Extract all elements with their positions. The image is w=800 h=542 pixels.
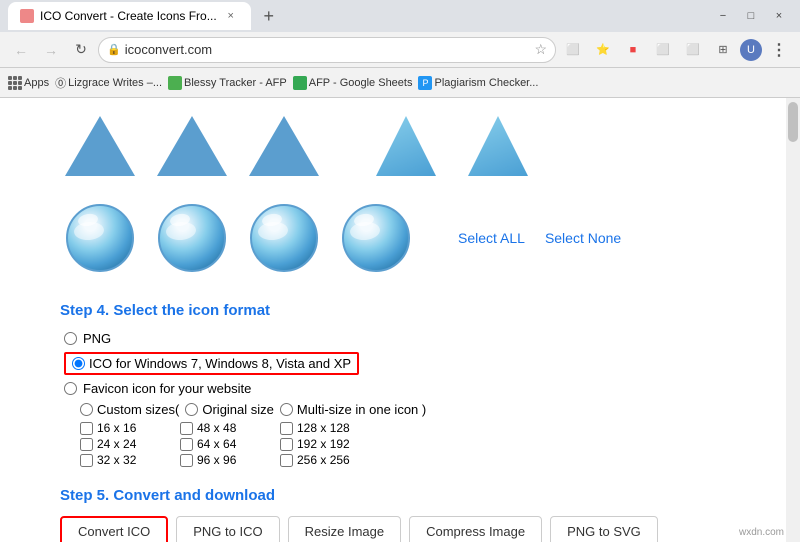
page-content: Select ALL Select None Step 4. Select th… [0,98,800,542]
original-size-label: Original size [202,402,274,417]
circle-icon-1 [66,204,134,272]
extension-icon-5[interactable]: ⬜ [680,37,706,63]
step5-section: Step 5. Convert and download Convert ICO… [60,487,720,542]
minimize-button[interactable]: − [710,7,736,25]
custom-size-option[interactable]: Custom sizes( [80,402,179,417]
custom-size-label: Custom sizes( [97,402,179,417]
resize-image-button[interactable]: Resize Image [288,516,401,542]
forward-button[interactable]: → [38,37,64,63]
more-options-button[interactable]: ⋮ [766,37,792,63]
address-bar[interactable]: 🔒 icoconvert.com ☆ [98,37,556,63]
icon-preview-5[interactable] [458,106,538,186]
format-favicon-option[interactable]: Favicon icon for your website [64,381,720,396]
icon-row-circles: Select ALL Select None [60,194,720,282]
icon-row-triangles [60,102,720,190]
watermark: wxdn.com [739,527,784,538]
select-links-group: Select ALL Select None [458,230,621,246]
original-size-option[interactable]: Original size [185,402,274,417]
reload-button[interactable]: ↻ [68,37,94,63]
window-controls: − □ × [710,7,792,25]
back-button[interactable]: ← [8,37,34,63]
bookmark-blessy[interactable]: Blessy Tracker - AFP [168,76,287,90]
convert-ico-button[interactable]: Convert ICO [60,516,168,542]
circle-icon-2 [158,204,226,272]
icon-preview-2[interactable] [152,106,232,186]
tab-close-button[interactable]: × [223,8,239,24]
png-to-svg-button[interactable]: PNG to SVG [550,516,658,542]
bookmark-afp[interactable]: AFP - Google Sheets [293,76,413,90]
multi-size-option[interactable]: Multi-size in one icon ) [280,402,426,417]
format-png-label: PNG [83,331,111,346]
title-bar: ICO Convert - Create Icons Fro... × + − … [0,0,800,32]
bookmark-star-icon[interactable]: ☆ [534,41,547,58]
scrollbar[interactable] [786,98,800,542]
compress-image-button[interactable]: Compress Image [409,516,542,542]
format-options: PNG ICO for Windows 7, Windows 8, Vista … [60,331,720,396]
size-48[interactable]: 48 x 48 [180,421,280,435]
blessy-icon [168,76,182,90]
size-128[interactable]: 128 x 128 [280,421,380,435]
icon-preview-circle-4[interactable] [336,198,416,278]
circle-icon-3 [250,204,318,272]
size-24[interactable]: 24 x 24 [80,437,180,451]
convert-buttons-group: Convert ICO PNG to ICO Resize Image Comp… [60,516,720,542]
tab-title: ICO Convert - Create Icons Fro... [40,9,217,23]
extension-icon-1[interactable]: ⬜ [560,37,586,63]
icon-preview-4[interactable] [366,106,446,186]
format-favicon-label: Favicon icon for your website [83,381,251,396]
custom-size-radio[interactable] [80,403,93,416]
plagiarism-icon: P [418,76,432,90]
step5-title: Step 5. Convert and download [60,487,720,504]
bookmark-plagiarism[interactable]: P Plagiarism Checker... [418,76,538,90]
multi-size-label: Multi-size in one icon ) [297,402,426,417]
step4-title: Step 4. Select the icon format [60,302,720,319]
profile-icon[interactable]: U [740,39,762,61]
size-96[interactable]: 96 x 96 [180,453,280,467]
format-ico-label: ICO for Windows 7, Windows 8, Vista and … [89,356,351,371]
size-grid: 16 x 16 48 x 48 128 x 128 24 x 24 64 x 6… [80,421,720,467]
apps-button[interactable]: Apps [8,76,49,90]
active-tab[interactable]: ICO Convert - Create Icons Fro... × [8,2,251,30]
extension-icon-6[interactable]: ⊞ [710,37,736,63]
new-tab-button[interactable]: + [255,2,283,30]
select-all-link[interactable]: Select ALL [458,230,525,246]
bookmark-lizgrace[interactable]: ⓪ Lizgrace Writes –... [55,75,162,91]
select-none-link[interactable]: Select None [545,230,621,246]
multi-size-radio[interactable] [280,403,293,416]
extension-icon-3[interactable]: ■ [620,37,646,63]
maximize-button[interactable]: □ [738,7,764,25]
extension-icon-2[interactable]: ⭐ [590,37,616,63]
png-to-ico-button[interactable]: PNG to ICO [176,516,279,542]
size-16[interactable]: 16 x 16 [80,421,180,435]
browser-window: ICO Convert - Create Icons Fro... × + − … [0,0,800,542]
format-png-option[interactable]: PNG [64,331,720,346]
icon-preview-circle-2[interactable] [152,198,232,278]
size-options: Custom sizes( Original size Multi-size i… [60,402,720,467]
icon-preview-circle-3[interactable] [244,198,324,278]
extension-icon-4[interactable]: ⬜ [650,37,676,63]
format-ico-radio[interactable] [72,357,85,370]
format-favicon-radio[interactable] [64,382,77,395]
format-ico-option[interactable]: ICO for Windows 7, Windows 8, Vista and … [64,352,359,375]
size-32[interactable]: 32 x 32 [80,453,180,467]
size-192[interactable]: 192 x 192 [280,437,380,451]
size-64[interactable]: 64 x 64 [180,437,280,451]
scrollbar-thumb[interactable] [788,102,798,142]
icon-preview-circle-1[interactable] [60,198,140,278]
secure-icon: 🔒 [107,43,121,56]
tab-favicon [20,9,34,23]
afp-icon [293,76,307,90]
url-text: icoconvert.com [125,42,531,57]
bookmarks-toolbar: Apps ⓪ Lizgrace Writes –... Blessy Track… [0,68,800,98]
original-size-radio[interactable] [185,403,198,416]
size-256[interactable]: 256 x 256 [280,453,380,467]
close-button[interactable]: × [766,7,792,25]
format-png-radio[interactable] [64,332,77,345]
step4-section: Step 4. Select the icon format PNG ICO f… [60,302,720,467]
icon-preview-1[interactable] [60,106,140,186]
icon-preview-3[interactable] [244,106,324,186]
circle-icon-4 [342,204,410,272]
size-type-row: Custom sizes( Original size Multi-size i… [80,402,720,417]
nav-bar: ← → ↻ 🔒 icoconvert.com ☆ ⬜ ⭐ ■ ⬜ ⬜ ⊞ U ⋮ [0,32,800,68]
